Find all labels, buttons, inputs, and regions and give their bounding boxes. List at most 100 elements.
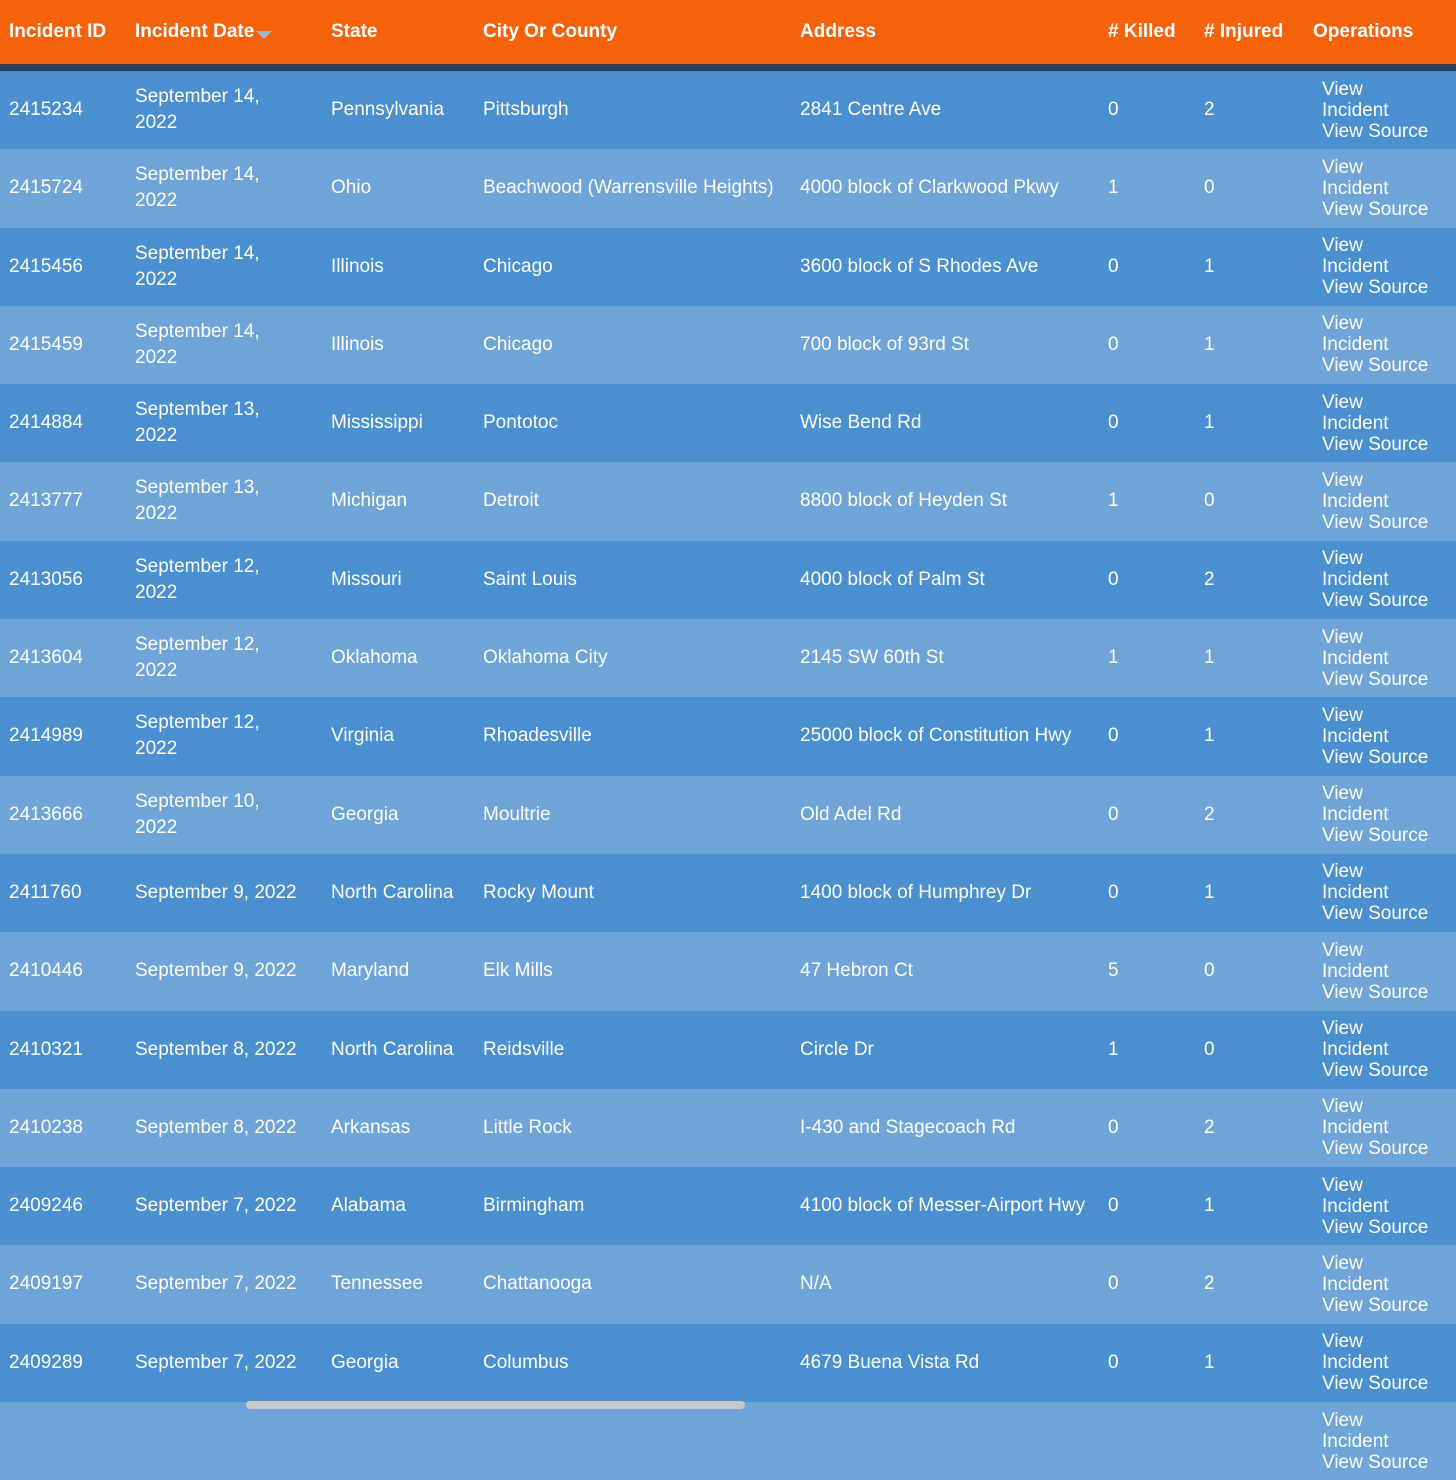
killed-cell: 1 [1108, 490, 1119, 512]
table-body: 2415234 September 14, 2022 Pennsylvania Pit… [0, 71, 1456, 1480]
header-address[interactable]: Address [800, 0, 1090, 64]
view-source-link[interactable]: View Source [1322, 1138, 1428, 1159]
view-source-link[interactable]: View Source [1322, 1373, 1428, 1394]
state-cell: Pennsylvania [331, 99, 445, 120]
killed-cell: 1 [1108, 1038, 1119, 1060]
address-cell: 4000 block of Palm St [800, 568, 985, 590]
view-source-link[interactable]: View Source [1322, 199, 1428, 220]
horizontal-scrollbar[interactable] [246, 1401, 745, 1409]
view-source-link[interactable]: View Source [1322, 903, 1428, 924]
header-killed[interactable]: # Killed [1108, 0, 1198, 64]
view-incident-link[interactable]: View Incident [1322, 157, 1402, 199]
view-source-link[interactable]: View Source [1322, 434, 1428, 455]
address-cell: 4000 block of Clarkwood Pkwy [800, 177, 1059, 199]
incident-id-cell: 2409246 [9, 1195, 83, 1217]
view-source-link[interactable]: View Source [1322, 1452, 1428, 1473]
view-incident-link[interactable]: View Incident [1322, 627, 1402, 669]
view-incident-link[interactable]: View Incident [1322, 1018, 1402, 1060]
incident-id-cell [9, 1402, 119, 1480]
view-incident-link[interactable]: View Incident [1322, 705, 1402, 747]
view-incident-link[interactable]: View Incident [1322, 783, 1402, 825]
view-source-link[interactable]: View Source [1322, 1217, 1428, 1238]
injured-cell: 1 [1204, 1195, 1215, 1217]
operations-cell: View Incident View Source [1322, 1089, 1456, 1167]
city-cell: Saint Louis [483, 568, 578, 590]
view-source-link[interactable]: View Source [1322, 1060, 1428, 1081]
city-cell: Pontotoc [483, 412, 558, 434]
table-row: View Incident View Source [0, 1402, 1456, 1480]
view-incident-link[interactable]: View Incident [1322, 392, 1402, 434]
view-incident-link[interactable]: View Incident [1322, 1253, 1402, 1295]
killed-cell: 1 [1108, 647, 1119, 669]
injured-cell: 1 [1204, 647, 1215, 669]
incident-date-cell: September 7, 2022 [135, 1351, 297, 1373]
incident-date-cell: September 7, 2022 [135, 1273, 297, 1295]
injured-cell: 1 [1204, 412, 1215, 434]
view-incident-link[interactable]: View Incident [1322, 235, 1402, 277]
killed-cell: 0 [1108, 99, 1119, 120]
view-incident-link[interactable]: View Incident [1322, 1175, 1402, 1217]
header-incident-id[interactable]: Incident ID [9, 0, 109, 64]
state-cell: Arkansas [331, 1116, 411, 1138]
view-source-link[interactable]: View Source [1322, 1295, 1428, 1316]
incident-date-cell: September 14, 2022 [135, 242, 260, 290]
incident-date-cell: September 12, 2022 [135, 555, 260, 603]
incident-date-cell: September 9, 2022 [135, 881, 297, 903]
view-incident-link[interactable]: View Incident [1322, 1331, 1402, 1373]
table-row: 2411760 September 9, 2022 North Carolina Ro… [0, 853, 1456, 933]
header-incident-date-label[interactable]: Incident Date [135, 19, 254, 45]
incident-id-cell: 2413777 [9, 490, 83, 512]
incident-id-cell: 2410321 [9, 1038, 83, 1060]
header-operations: Operations [1313, 21, 1414, 42]
view-incident-link[interactable]: View Incident [1322, 940, 1402, 982]
view-incident-link[interactable]: View Incident [1322, 1410, 1402, 1452]
header-injured[interactable]: # Injured [1204, 0, 1304, 64]
incident-id-cell: 2414884 [9, 412, 83, 434]
state-cell: Alabama [331, 1195, 406, 1217]
header-incident-date[interactable]: Incident Date [135, 0, 315, 64]
state-cell [331, 1402, 471, 1480]
operations-cell: View Incident View Source [1322, 854, 1456, 932]
killed-cell: 0 [1108, 568, 1119, 590]
view-source-link[interactable]: View Source [1322, 747, 1428, 768]
view-incident-link[interactable]: View Incident [1322, 470, 1402, 512]
view-source-link[interactable]: View Source [1322, 277, 1428, 298]
view-incident-link[interactable]: View Incident [1322, 313, 1402, 355]
table-row: 2410238 September 8, 2022 Arkansas Little R… [0, 1088, 1456, 1168]
view-source-link[interactable]: View Source [1322, 982, 1428, 1003]
operations-cell: View Incident View Source [1322, 932, 1456, 1010]
sort-descending-icon[interactable] [256, 31, 273, 39]
table-row: 2415724 September 14, 2022 Ohio Beachwood (… [0, 149, 1456, 228]
state-cell: North Carolina [331, 1038, 454, 1060]
killed-cell: 0 [1108, 1351, 1119, 1373]
table-row: 2414884 September 13, 2022 Mississippi Pont… [0, 384, 1456, 463]
incident-id-cell: 2409289 [9, 1351, 83, 1373]
killed-cell: 0 [1108, 1116, 1119, 1138]
address-cell [800, 1402, 1095, 1480]
view-source-link[interactable]: View Source [1322, 590, 1428, 611]
incident-date-cell: September 8, 2022 [135, 1038, 297, 1060]
view-source-link[interactable]: View Source [1322, 825, 1428, 846]
operations-cell: View Incident View Source [1322, 1167, 1456, 1245]
view-incident-link[interactable]: View Incident [1322, 548, 1402, 590]
view-incident-link[interactable]: View Incident [1322, 79, 1402, 121]
city-cell: Oklahoma City [483, 647, 608, 669]
header-city-or-county[interactable]: City Or County [483, 0, 783, 64]
view-incident-link[interactable]: View Incident [1322, 1096, 1402, 1138]
killed-cell: 0 [1108, 803, 1119, 825]
view-source-link[interactable]: View Source [1322, 121, 1428, 142]
header-state[interactable]: State [331, 0, 471, 64]
view-source-link[interactable]: View Source [1322, 355, 1428, 376]
table-row: 2415234 September 14, 2022 Pennsylvania Pit… [0, 71, 1456, 150]
view-source-link[interactable]: View Source [1322, 512, 1428, 533]
address-cell: 2145 SW 60th St [800, 647, 944, 669]
incident-date-cell: September 9, 2022 [135, 960, 297, 982]
operations-cell: View Incident View Source [1322, 306, 1456, 384]
view-incident-link[interactable]: View Incident [1322, 861, 1402, 903]
state-cell: Tennessee [331, 1273, 423, 1295]
city-cell: Pittsburgh [483, 99, 569, 120]
injured-cell: 1 [1204, 881, 1215, 903]
view-source-link[interactable]: View Source [1322, 669, 1428, 690]
table-row: 2413777 September 13, 2022 Michigan Detroit… [0, 462, 1456, 541]
address-cell: 8800 block of Heyden St [800, 490, 1008, 512]
